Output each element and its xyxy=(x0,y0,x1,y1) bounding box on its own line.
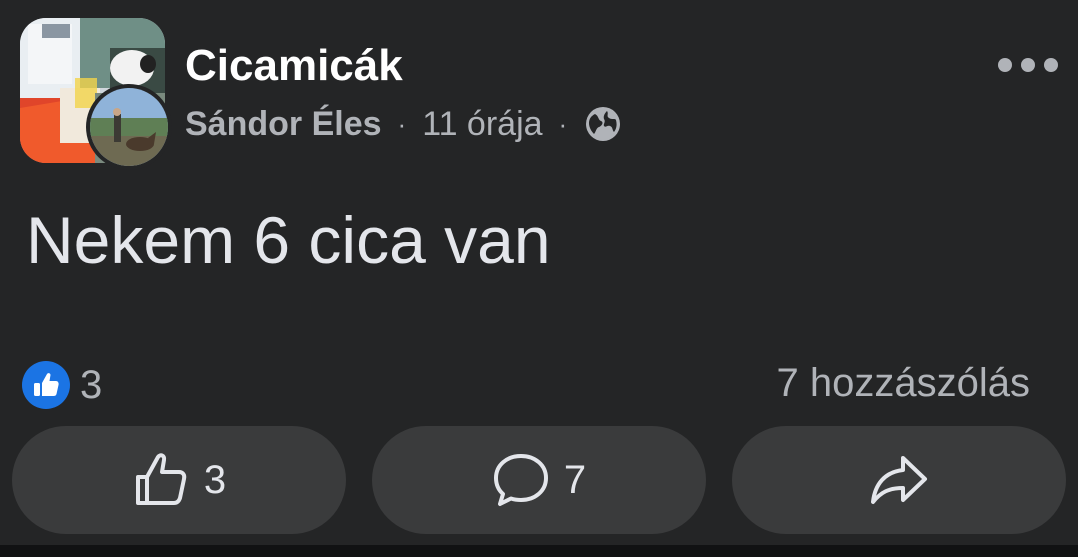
like-icon xyxy=(135,453,187,505)
like-button[interactable]: 3 xyxy=(12,426,346,534)
like-count: 3 xyxy=(203,457,227,502)
reaction-summary[interactable]: 3 xyxy=(22,360,102,410)
post-meta: Sándor Éles · 11 órája · xyxy=(185,102,621,146)
comment-icon xyxy=(493,454,548,506)
more-options-icon[interactable] xyxy=(998,50,1058,80)
author-name[interactable]: Sándor Éles xyxy=(185,105,382,144)
like-reaction-icon xyxy=(22,361,70,409)
meta-separator: · xyxy=(397,108,407,139)
post-time[interactable]: 11 órája xyxy=(422,105,542,144)
group-name[interactable]: Cicamicák xyxy=(185,40,403,92)
comments-count-link[interactable]: 7 hozzászólás xyxy=(777,358,1030,408)
post-card: Cicamicák Sándor Éles · 11 órája · Nekem… xyxy=(0,0,1078,545)
reaction-count: 3 xyxy=(80,362,103,407)
author-avatar[interactable] xyxy=(86,84,172,170)
author-photo xyxy=(90,88,168,166)
post-text: Nekem 6 cica van xyxy=(26,203,551,277)
share-icon xyxy=(871,456,927,504)
comment-count: 7 xyxy=(563,457,587,502)
meta-separator-2: · xyxy=(558,108,568,139)
comment-button[interactable]: 7 xyxy=(372,426,706,534)
bottom-divider xyxy=(0,545,1078,557)
share-button[interactable] xyxy=(732,426,1066,534)
globe-icon xyxy=(585,106,621,142)
